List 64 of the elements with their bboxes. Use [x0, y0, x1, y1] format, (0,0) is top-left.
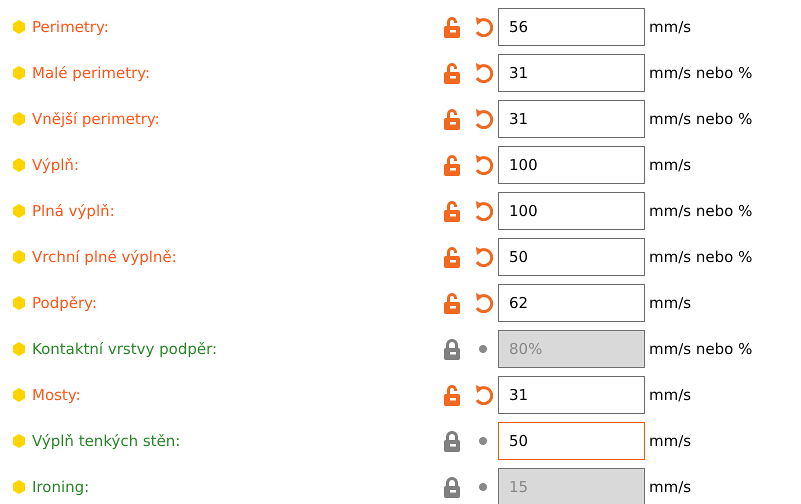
reset-arrow-icon[interactable] [473, 200, 493, 222]
setting-label: Výplň: [32, 156, 80, 174]
hexagon-icon [12, 66, 26, 80]
speed-field[interactable]: 100 [498, 146, 645, 184]
setting-label: Plná výplň: [32, 202, 116, 220]
setting-label: Vnější perimetry: [32, 110, 161, 128]
unlocked-padlock-icon[interactable] [443, 200, 461, 222]
setting-label: Ironing: [32, 478, 90, 496]
unlocked-padlock-icon[interactable] [443, 292, 461, 314]
speed-field[interactable]: 50 [498, 238, 645, 276]
unit-label: mm/s nebo % [649, 248, 752, 266]
unlocked-padlock-icon[interactable] [443, 154, 461, 176]
setting-label: Podpěry: [32, 294, 98, 312]
speed-field[interactable]: 56 [498, 8, 645, 46]
unlocked-padlock-icon[interactable] [443, 62, 461, 84]
padlock-icon[interactable] [443, 338, 461, 360]
unit-label: mm/s nebo % [649, 202, 752, 220]
reset-arrow-icon[interactable] [473, 16, 493, 38]
unit-label: mm/s [649, 432, 692, 450]
reset-arrow-icon[interactable] [473, 154, 493, 176]
setting-label: Perimetry: [32, 18, 110, 36]
setting-label: Mosty: [32, 386, 82, 404]
reset-arrow-icon[interactable] [473, 246, 493, 268]
hexagon-icon [12, 480, 26, 494]
padlock-icon[interactable] [443, 476, 461, 498]
hexagon-icon [12, 250, 26, 264]
hexagon-icon [12, 112, 26, 126]
hexagon-icon [12, 434, 26, 448]
unit-label: mm/s nebo % [649, 110, 752, 128]
unit-label: mm/s [649, 386, 692, 404]
unit-label: mm/s [649, 294, 692, 312]
dot-icon [479, 345, 487, 353]
unlocked-padlock-icon[interactable] [443, 16, 461, 38]
unit-label: mm/s [649, 18, 692, 36]
hexagon-icon [12, 158, 26, 172]
speed-field[interactable]: 31 [498, 100, 645, 138]
padlock-icon[interactable] [443, 430, 461, 452]
hexagon-icon [12, 204, 26, 218]
unit-label: mm/s [649, 156, 692, 174]
unlocked-padlock-icon[interactable] [443, 108, 461, 130]
speed-field[interactable]: 31 [498, 376, 645, 414]
dot-icon [479, 437, 487, 445]
hexagon-icon [12, 342, 26, 356]
setting-label: Vrchní plné výplně: [32, 248, 178, 266]
setting-label: Kontaktní vrstvy podpěr: [32, 340, 218, 358]
speed-field[interactable]: 62 [498, 284, 645, 322]
hexagon-icon [12, 388, 26, 402]
reset-arrow-icon[interactable] [473, 62, 493, 84]
setting-label: Výplň tenkých stěn: [32, 432, 182, 450]
unlocked-padlock-icon[interactable] [443, 384, 461, 406]
unit-label: mm/s nebo % [649, 340, 752, 358]
reset-arrow-icon[interactable] [473, 108, 493, 130]
unit-label: mm/s [649, 478, 692, 496]
hexagon-icon [12, 296, 26, 310]
unlocked-padlock-icon[interactable] [443, 246, 461, 268]
hexagon-icon [12, 20, 26, 34]
reset-arrow-icon[interactable] [473, 292, 493, 314]
speed-field[interactable]: 100 [498, 192, 645, 230]
speed-field[interactable]: 31 [498, 54, 645, 92]
setting-label: Malé perimetry: [32, 64, 152, 82]
unit-label: mm/s nebo % [649, 64, 752, 82]
speed-field[interactable]: 50 [498, 422, 645, 460]
reset-arrow-icon[interactable] [473, 384, 493, 406]
dot-icon [479, 483, 487, 491]
